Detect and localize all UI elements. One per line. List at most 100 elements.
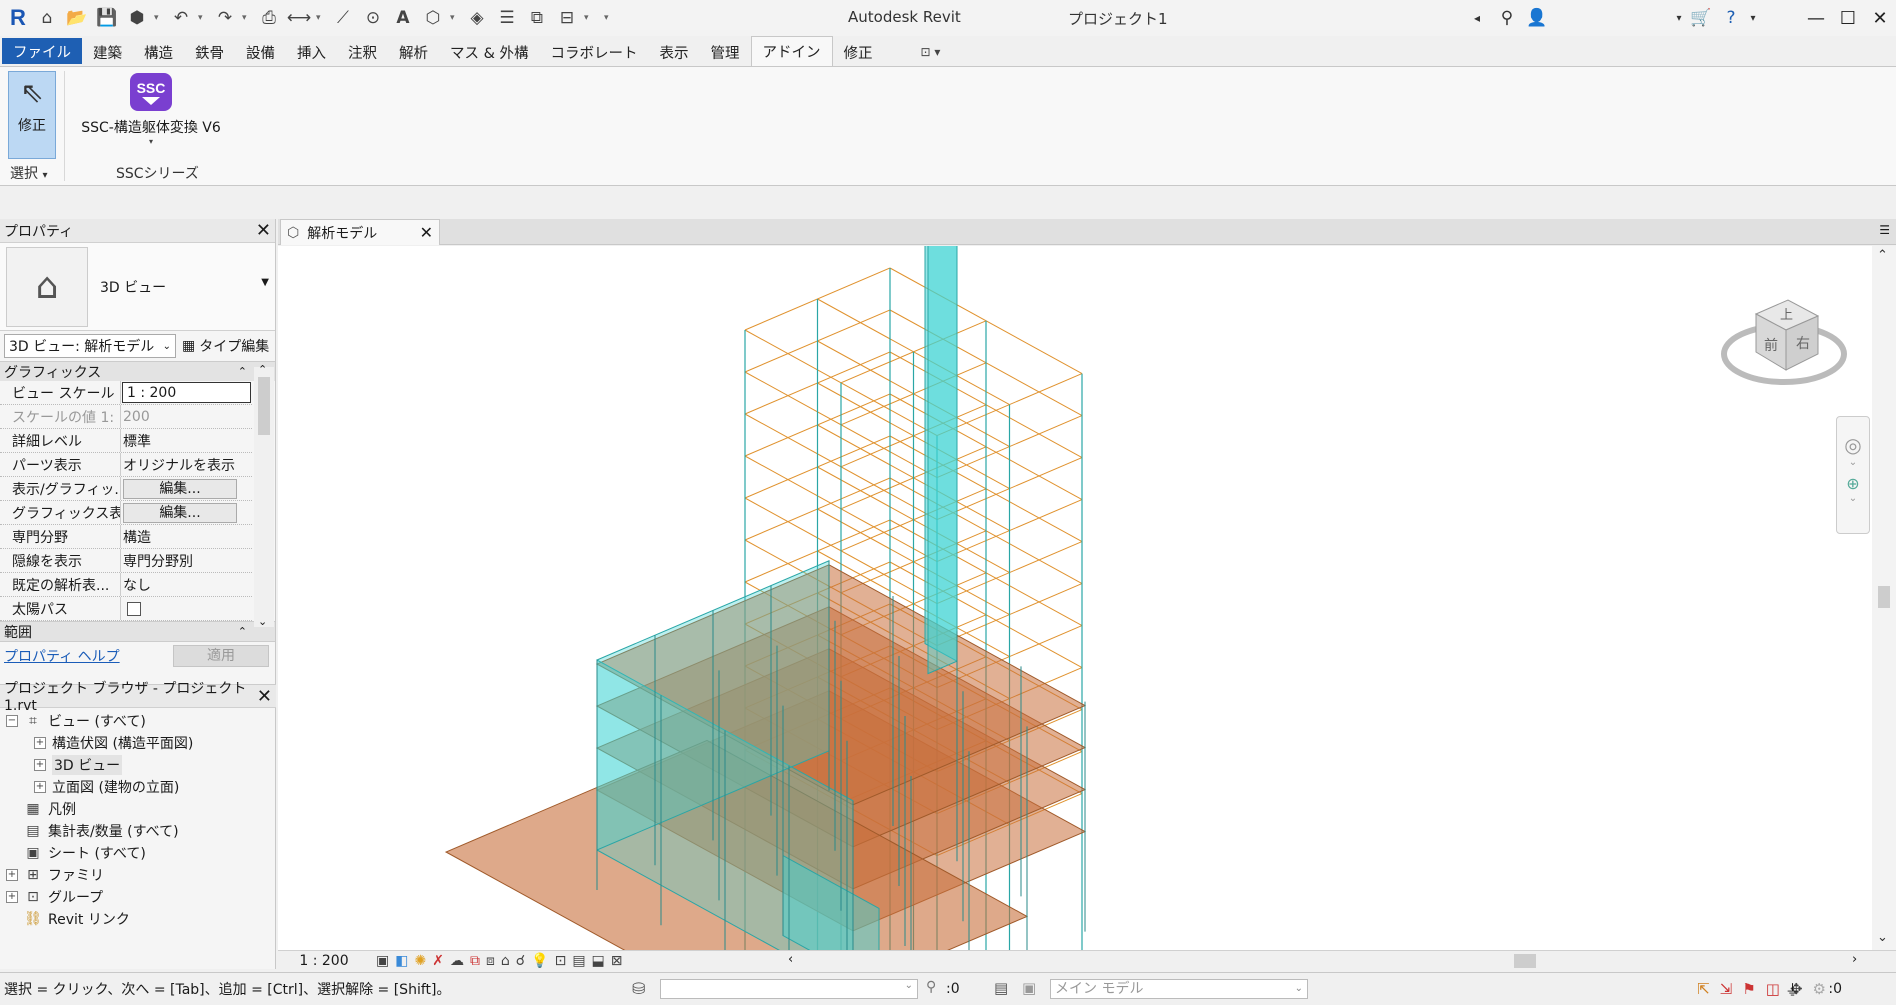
property-value[interactable]: 編集...	[121, 477, 252, 500]
chevron-down-icon[interactable]: ⌄	[1837, 493, 1869, 504]
ribbon-tab[interactable]: 管理	[700, 38, 751, 66]
open-icon[interactable]: 📂	[64, 5, 90, 31]
help-icon[interactable]: ?	[1716, 8, 1746, 28]
chevron-down-icon[interactable]: ⌄	[1877, 930, 1888, 945]
aligned-dimension-icon[interactable]: ⟋	[330, 5, 356, 31]
properties-scrollbar[interactable]: ⌃ ⌄	[254, 363, 274, 628]
expand-icon[interactable]: +	[34, 737, 46, 749]
select-pinned-icon[interactable]: ⚑	[1742, 980, 1755, 998]
property-value[interactable]: 標準	[121, 429, 252, 452]
chevron-left-icon[interactable]: ‹	[788, 952, 793, 967]
view-tab-analytical[interactable]: ⬡ 解析モデル ✕	[280, 219, 440, 245]
ribbon-display-toggle-icon[interactable]: ⊡ ▾	[914, 38, 948, 66]
minimize-icon[interactable]: —	[1800, 8, 1832, 29]
ribbon-tab[interactable]: コラボレート	[540, 38, 649, 66]
steering-wheel-icon[interactable]: ◎	[1837, 433, 1869, 457]
zoom-icon[interactable]: ⊕	[1837, 474, 1869, 493]
ribbon-tab[interactable]: 注釈	[337, 38, 388, 66]
user-icon[interactable]: 👤	[1522, 8, 1552, 28]
chevron-down-icon[interactable]: ▾	[450, 13, 460, 23]
ribbon-tab[interactable]: ファイル	[2, 38, 82, 64]
ribbon-tab[interactable]: 鉄骨	[184, 38, 235, 66]
select-panel-label[interactable]: 選択 ▾	[10, 163, 47, 183]
browser-item[interactable]: ▤ 集計表/数量 (すべて)	[0, 820, 276, 842]
ribbon-tab[interactable]: 表示	[649, 38, 700, 66]
view-tabs-menu-icon[interactable]: ☰	[1879, 223, 1890, 237]
property-value[interactable]: 構造	[121, 525, 252, 548]
view-cube[interactable]: 上 前 右	[1718, 292, 1848, 402]
chevron-down-icon[interactable]: ▾	[316, 13, 326, 23]
expand-icon[interactable]: +	[6, 891, 18, 903]
ribbon-tab[interactable]: マス & 外構	[439, 38, 540, 66]
chevron-up-icon[interactable]: ⌃	[1877, 248, 1888, 263]
scroll-thumb[interactable]	[1514, 954, 1536, 968]
browser-item[interactable]: + 立面図 (建物の立面)	[0, 776, 276, 798]
close-icon[interactable]: ✕	[256, 220, 271, 241]
text-icon[interactable]: A	[390, 5, 416, 31]
temporary-hide-icon[interactable]: ☌	[516, 953, 525, 969]
expand-icon[interactable]: +	[34, 781, 46, 793]
design-options-icon[interactable]: ▤	[994, 979, 1008, 997]
sun-path-icon[interactable]: ✺	[414, 953, 426, 969]
undo-icon[interactable]: ↶	[168, 5, 194, 31]
sync-icon[interactable]: ⬢	[124, 5, 150, 31]
3d-view-icon[interactable]: ⬡	[420, 5, 446, 31]
close-icon[interactable]: ✕	[257, 686, 272, 707]
tag-icon[interactable]: ⊙	[360, 5, 386, 31]
background-process-icon[interactable]: ⚙	[1813, 980, 1826, 998]
worksharing-display-icon[interactable]: ▤	[572, 953, 585, 969]
editable-only-icon[interactable]: ⚲	[926, 979, 936, 995]
worksets-icon[interactable]: ⛁	[632, 979, 645, 998]
select-links-icon[interactable]: ⇱	[1697, 980, 1710, 998]
edit-button[interactable]: 編集...	[123, 502, 237, 523]
unlocked-view-icon[interactable]: ⌂	[501, 953, 510, 969]
expand-icon[interactable]: +	[34, 759, 46, 771]
expand-icon[interactable]: +	[6, 869, 18, 881]
ribbon-tab[interactable]: アドイン	[750, 36, 833, 66]
maximize-icon[interactable]: ☐	[1832, 8, 1864, 29]
property-value[interactable]	[121, 597, 252, 620]
property-value[interactable]: 1 : 200	[122, 382, 251, 403]
scroll-thumb[interactable]	[258, 377, 270, 435]
active-workset-dropdown[interactable]: ⌄	[660, 979, 918, 999]
sun-path-checkbox[interactable]	[127, 601, 141, 616]
browser-item[interactable]: + 構造伏図 (構造平面図)	[0, 732, 276, 754]
detail-level-icon[interactable]: ▣	[376, 953, 389, 969]
ribbon-tab[interactable]: 挿入	[286, 38, 337, 66]
crop-view-icon[interactable]: ⧉	[470, 953, 480, 969]
apply-button[interactable]: 適用	[173, 644, 269, 667]
chevron-down-icon[interactable]: ▼	[261, 277, 269, 288]
edit-type-button[interactable]: ▦ タイプ編集	[182, 336, 269, 356]
close-window-icon[interactable]: ✕	[1864, 8, 1896, 29]
section-icon[interactable]: ◈	[464, 5, 490, 31]
reveal-hidden-icon[interactable]: 💡	[531, 953, 548, 969]
redo-icon[interactable]: ↷	[212, 5, 238, 31]
canvas-vertical-scrollbar[interactable]: ⌃ ⌄	[1872, 246, 1896, 950]
measure-icon[interactable]: ⟷	[286, 5, 312, 31]
property-value[interactable]: なし	[121, 573, 252, 596]
browser-item[interactable]: + ⊡ グループ	[0, 886, 276, 908]
print-icon[interactable]: ⎙	[256, 5, 282, 31]
group-extents[interactable]: 範囲 ⌃	[0, 621, 275, 641]
chevron-down-icon[interactable]: ▾	[198, 13, 208, 23]
revit-logo-icon[interactable]: R	[6, 5, 30, 31]
view-scale[interactable]: 1 : 200	[278, 953, 370, 969]
chevron-down-icon[interactable]: ⌄	[1837, 457, 1869, 468]
close-icon[interactable]: ✕	[420, 223, 433, 242]
filter-icon[interactable]: ⏚	[1785, 979, 1800, 1000]
ribbon-tab[interactable]: 建築	[82, 38, 133, 66]
chevron-down-icon[interactable]: ▾	[584, 13, 594, 23]
chevron-down-icon[interactable]: ▾	[154, 13, 164, 23]
constraints-icon[interactable]: ⊠	[611, 953, 623, 969]
collapse-icon[interactable]: −	[6, 715, 18, 727]
select-by-face-icon[interactable]: ◫	[1766, 980, 1780, 998]
close-hidden-icon[interactable]: ⧉	[524, 5, 550, 31]
binoculars-icon[interactable]: ⚲	[1492, 8, 1522, 28]
ribbon-tab[interactable]: 構造	[133, 38, 184, 66]
ribbon-tab[interactable]: 設備	[235, 38, 286, 66]
drawing-canvas[interactable]	[278, 182, 1872, 1005]
chevron-up-icon[interactable]: ⌃	[258, 363, 267, 376]
scroll-thumb[interactable]	[1878, 586, 1890, 608]
ribbon-tab[interactable]: 修正	[833, 38, 884, 66]
ssc-convert-button[interactable]: SSC SSC-構造躯体変換 V6 ▾	[76, 73, 226, 157]
